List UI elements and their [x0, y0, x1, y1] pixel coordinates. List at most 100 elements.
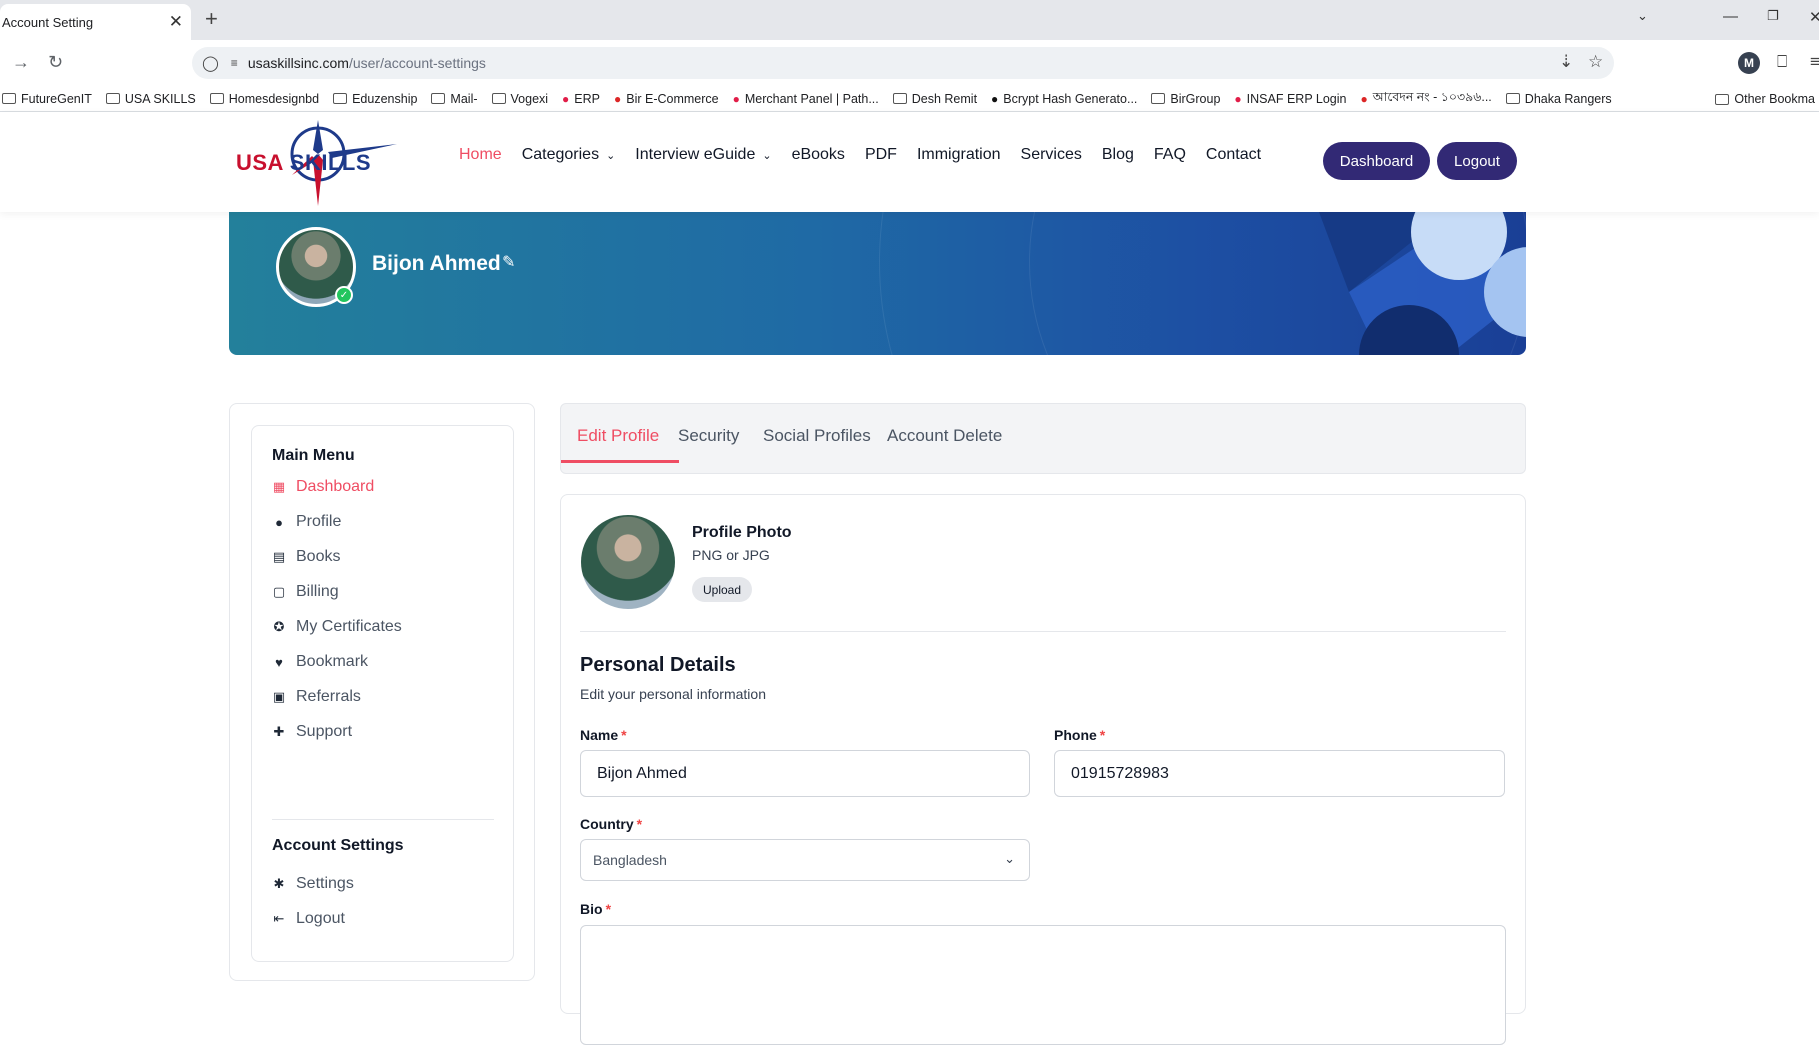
- sidebar-item-dashboard[interactable]: ▦ Dashboard: [272, 478, 374, 496]
- bookmark-label: Dhaka Rangers: [1524, 91, 1612, 106]
- folder-icon: [1715, 93, 1730, 105]
- bookmark-item[interactable]: FutureGenIT: [2, 92, 92, 106]
- bookmark-item[interactable]: Homesdesignbd: [209, 92, 319, 106]
- browser-tabstrip: Account Setting ✕ + ⌄ — ❐ ✕: [0, 0, 1819, 40]
- sidebar-divider: [272, 819, 494, 820]
- bookmark-label: ERP: [574, 91, 600, 106]
- nav-immigration[interactable]: Immigration: [917, 146, 1001, 164]
- nav-label: FAQ: [1153, 146, 1186, 163]
- url-domain: usaskillsinc.com: [247, 55, 349, 71]
- nav-categories[interactable]: Categories ⌄: [522, 146, 616, 164]
- bookmark-item[interactable]: Eduzenship: [333, 92, 417, 106]
- new-tab-button[interactable]: +: [205, 6, 218, 32]
- sidebar-item-settings[interactable]: ✱ Settings: [272, 875, 354, 893]
- tab-edit-profile[interactable]: Edit Profile: [577, 426, 659, 446]
- extensions-icon[interactable]: ⎕: [1777, 52, 1787, 72]
- bookmark-item[interactable]: ● আবেদন নং - ১০৩৯৬...: [1361, 89, 1492, 109]
- bookmark-item[interactable]: Mail-: [431, 91, 478, 106]
- browser-menu-icon[interactable]: ≡: [1810, 52, 1819, 72]
- nav-faq[interactable]: FAQ: [1154, 146, 1186, 164]
- site-favicon-icon: ●: [1360, 91, 1368, 106]
- minimize-icon[interactable]: —: [1723, 8, 1738, 25]
- tab-search-chevron-icon[interactable]: ⌄: [1637, 8, 1648, 24]
- nav-label: Immigration: [916, 146, 1001, 163]
- bookmark-star-icon[interactable]: ☆: [1588, 52, 1603, 72]
- edit-pencil-icon[interactable]: ✎: [502, 252, 515, 272]
- reload-icon[interactable]: ↻: [48, 52, 63, 73]
- tab-account-delete[interactable]: Account Delete: [887, 426, 1002, 446]
- bookmark-label: Eduzenship: [352, 91, 418, 106]
- bookmark-label: Mail-: [450, 91, 478, 106]
- sidebar-item-my-certificates[interactable]: ✪ My Certificates: [272, 618, 402, 636]
- bookmark-item[interactable]: ● Merchant Panel | Path...: [733, 92, 879, 106]
- sidebar-item-profile[interactable]: ● Profile: [272, 513, 341, 531]
- sidebar-item-label: Support: [296, 723, 353, 740]
- nav-label: Contact: [1205, 146, 1262, 163]
- site-settings-icon[interactable]: ≡: [231, 56, 238, 70]
- tab-social-profiles[interactable]: Social Profiles: [763, 426, 871, 446]
- name-input[interactable]: [580, 750, 1030, 797]
- sidebar-item-bookmark[interactable]: ♥ Bookmark: [272, 653, 368, 671]
- browser-tab[interactable]: Account Setting ✕: [0, 4, 191, 40]
- personal-details-title: Personal Details: [580, 654, 736, 676]
- nav-contact[interactable]: Contact: [1206, 146, 1261, 164]
- bookmark-item[interactable]: ● INSAF ERP Login: [1234, 92, 1346, 106]
- banner-shapes: [1319, 212, 1526, 355]
- url-path: /user/account-settings: [348, 55, 486, 71]
- nav-ebooks[interactable]: eBooks: [792, 146, 845, 164]
- nav-interview-eguide[interactable]: Interview eGuide ⌄: [635, 146, 771, 164]
- close-tab-icon[interactable]: ✕: [169, 12, 183, 32]
- bio-textarea[interactable]: [580, 925, 1506, 1045]
- country-selected-value: Bangladesh: [593, 852, 667, 868]
- url-text: usaskillsinc.com/user/account-settings: [248, 55, 486, 71]
- bookmark-item[interactable]: ● ERP: [562, 92, 600, 106]
- sidebar-item-referrals[interactable]: ▣ Referrals: [272, 688, 361, 706]
- site-info-icon[interactable]: ◯: [202, 54, 219, 72]
- bookmark-item[interactable]: USA SKILLS: [105, 92, 196, 106]
- forward-arrow-icon[interactable]: →: [12, 52, 30, 73]
- profile-avatar-icon[interactable]: M: [1738, 52, 1760, 74]
- nav-label: PDF: [864, 146, 897, 163]
- window-close-icon[interactable]: ✕: [1809, 8, 1819, 26]
- nav-pdf[interactable]: PDF: [865, 146, 897, 164]
- nav-home[interactable]: Home: [459, 146, 502, 164]
- sidebar-item-logout[interactable]: ⇤ Logout: [272, 910, 345, 928]
- bookmark-label: INSAF ERP Login: [1246, 91, 1347, 106]
- bookmark-label: Vogexi: [510, 91, 549, 106]
- gear-icon: ✱: [273, 876, 285, 891]
- phone-input[interactable]: [1054, 750, 1505, 797]
- sidebar-item-support[interactable]: ✚ Support: [272, 723, 353, 741]
- folder-icon: [209, 93, 224, 104]
- restore-icon[interactable]: ❐: [1767, 8, 1779, 24]
- sidebar-menu: Main Menu Account Settings ▦ Dashboard ● Pr…: [251, 425, 514, 962]
- sidebar-item-label: My Certificates: [296, 618, 402, 635]
- other-bookmarks-label: Other Bookma: [1734, 92, 1815, 106]
- upload-button[interactable]: Upload: [692, 577, 752, 602]
- receipt-icon: ▢: [272, 584, 286, 599]
- verified-check-icon: ✓: [335, 286, 353, 304]
- nav-label: Services: [1020, 146, 1082, 163]
- bookmarks-bar: FutureGenIT USA SKILLS Homesdesignbd Eduzen…: [0, 86, 1819, 112]
- dashboard-button[interactable]: Dashboard: [1323, 142, 1430, 180]
- country-label: Country *: [580, 816, 643, 832]
- address-bar[interactable]: ◯ ≡ usaskillsinc.com/user/account-settin…: [192, 47, 1614, 79]
- logout-button[interactable]: Logout: [1437, 142, 1517, 180]
- bookmark-item[interactable]: Desh Remit: [892, 92, 977, 106]
- tab-security[interactable]: Security: [678, 426, 739, 446]
- install-app-icon[interactable]: ⇣: [1559, 52, 1573, 72]
- site-logo[interactable]: USA SKILLS: [232, 120, 402, 208]
- bookmark-item[interactable]: Dhaka Rangers: [1505, 91, 1612, 106]
- sidebar-item-books[interactable]: ▤ Books: [272, 548, 341, 566]
- nav-services[interactable]: Services: [1021, 146, 1082, 164]
- folder-icon: [892, 93, 907, 104]
- other-bookmarks[interactable]: Other Bookma: [1715, 86, 1819, 111]
- bookmark-item[interactable]: ● Bir E-Commerce: [614, 92, 719, 106]
- bookmark-item[interactable]: ● Bcrypt Hash Generato...: [991, 92, 1137, 106]
- bookmark-item[interactable]: Vogexi: [491, 91, 549, 106]
- sidebar-item-billing[interactable]: ▢ Billing: [272, 583, 339, 601]
- bookmark-item[interactable]: BirGroup: [1151, 92, 1220, 106]
- nav-blog[interactable]: Blog: [1102, 146, 1134, 164]
- folder-icon: [431, 93, 446, 104]
- tab-title: Account Setting: [2, 14, 94, 30]
- country-select[interactable]: Bangladesh ⌄: [580, 839, 1030, 881]
